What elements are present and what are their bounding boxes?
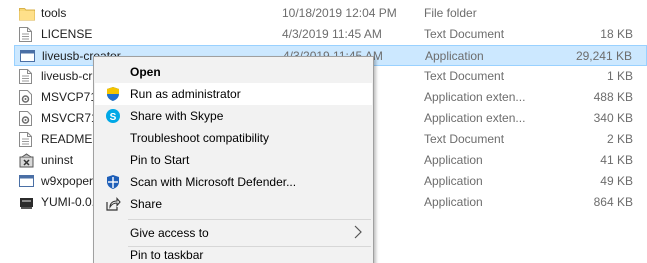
menu-item-open[interactable]: Open	[95, 61, 372, 83]
file-type: Application	[424, 174, 483, 188]
file-date: 4/3/2019 11:45 AM	[282, 27, 382, 41]
file-name: MSVCP71.	[41, 90, 101, 104]
file-type: Text Document	[424, 132, 505, 146]
file-size: 1 KB	[606, 69, 633, 83]
skype-icon: S	[105, 108, 121, 124]
file-size: 864 KB	[593, 195, 633, 209]
menu-item-label: Scan with Microsoft Defender...	[130, 175, 297, 189]
app-window-icon	[20, 49, 35, 64]
file-type: Application	[424, 195, 483, 209]
menu-item-label: Give access to	[130, 226, 209, 240]
menu-item-give-access-to[interactable]: Give access to	[95, 222, 372, 244]
context-menu: Open Run as administrator S Share with S…	[93, 56, 374, 263]
uninstaller-icon	[19, 153, 34, 168]
chevron-right-icon	[354, 225, 362, 241]
file-size: 18 KB	[600, 27, 633, 41]
file-size: 49 KB	[600, 174, 633, 188]
file-type: Application exten...	[424, 90, 526, 104]
menu-item-label: Troubleshoot compatibility	[130, 131, 269, 145]
menu-item-label: Open	[130, 65, 161, 79]
file-type: File folder	[424, 6, 477, 20]
share-icon	[105, 196, 121, 212]
menu-item-run-as-administrator[interactable]: Run as administrator	[95, 83, 372, 105]
file-type: Application exten...	[424, 111, 526, 125]
file-name: README	[41, 132, 93, 146]
file-size: 41 KB	[600, 153, 633, 167]
dll-gear-icon	[19, 111, 34, 126]
file-name: LICENSE	[41, 27, 93, 41]
text-file-icon	[19, 132, 34, 147]
file-row-license[interactable]: LICENSE 4/3/2019 11:45 AM Text Document …	[14, 24, 647, 45]
menu-item-share[interactable]: Share	[95, 193, 372, 215]
menu-separator	[128, 219, 371, 220]
file-name: tools	[41, 6, 67, 20]
menu-item-label: Share	[130, 197, 163, 211]
menu-item-label: Share with Skype	[130, 109, 224, 123]
file-name: uninst	[41, 153, 74, 167]
file-type: Application	[424, 153, 483, 167]
file-name: w9xpoper	[41, 174, 94, 188]
menu-item-label: Run as administrator	[130, 87, 241, 101]
usb-drive-icon	[19, 195, 34, 210]
defender-icon	[105, 174, 121, 190]
file-size: 29,241 KB	[575, 49, 632, 63]
svg-text:S: S	[110, 112, 117, 123]
app-window-icon	[19, 174, 34, 189]
file-size: 340 KB	[593, 111, 633, 125]
uac-shield-icon	[105, 86, 121, 102]
text-file-icon	[19, 69, 34, 84]
menu-item-pin-to-start[interactable]: Pin to Start	[95, 149, 372, 171]
menu-item-pin-to-taskbar[interactable]: Pin to taskbar	[95, 244, 372, 263]
menu-item-troubleshoot-compatibility[interactable]: Troubleshoot compatibility	[95, 127, 372, 149]
file-size: 2 KB	[606, 132, 633, 146]
menu-item-share-with-skype[interactable]: S Share with Skype	[95, 105, 372, 127]
file-type: Text Document	[424, 69, 505, 83]
file-name: liveusb-cr	[41, 69, 93, 83]
file-row-tools[interactable]: tools 10/18/2019 12:04 PM File folder	[14, 3, 647, 24]
file-name: YUMI-0.0.	[41, 195, 96, 209]
file-type: Application	[425, 49, 484, 63]
dll-gear-icon	[19, 90, 34, 105]
menu-item-label: Pin to Start	[130, 153, 190, 167]
file-size: 488 KB	[593, 90, 633, 104]
menu-item-label: Pin to taskbar	[130, 248, 204, 262]
folder-icon	[19, 6, 35, 21]
text-file-icon	[19, 27, 34, 42]
file-type: Text Document	[424, 27, 505, 41]
file-date: 10/18/2019 12:04 PM	[282, 6, 397, 20]
menu-item-scan-with-defender[interactable]: Scan with Microsoft Defender...	[95, 171, 372, 193]
